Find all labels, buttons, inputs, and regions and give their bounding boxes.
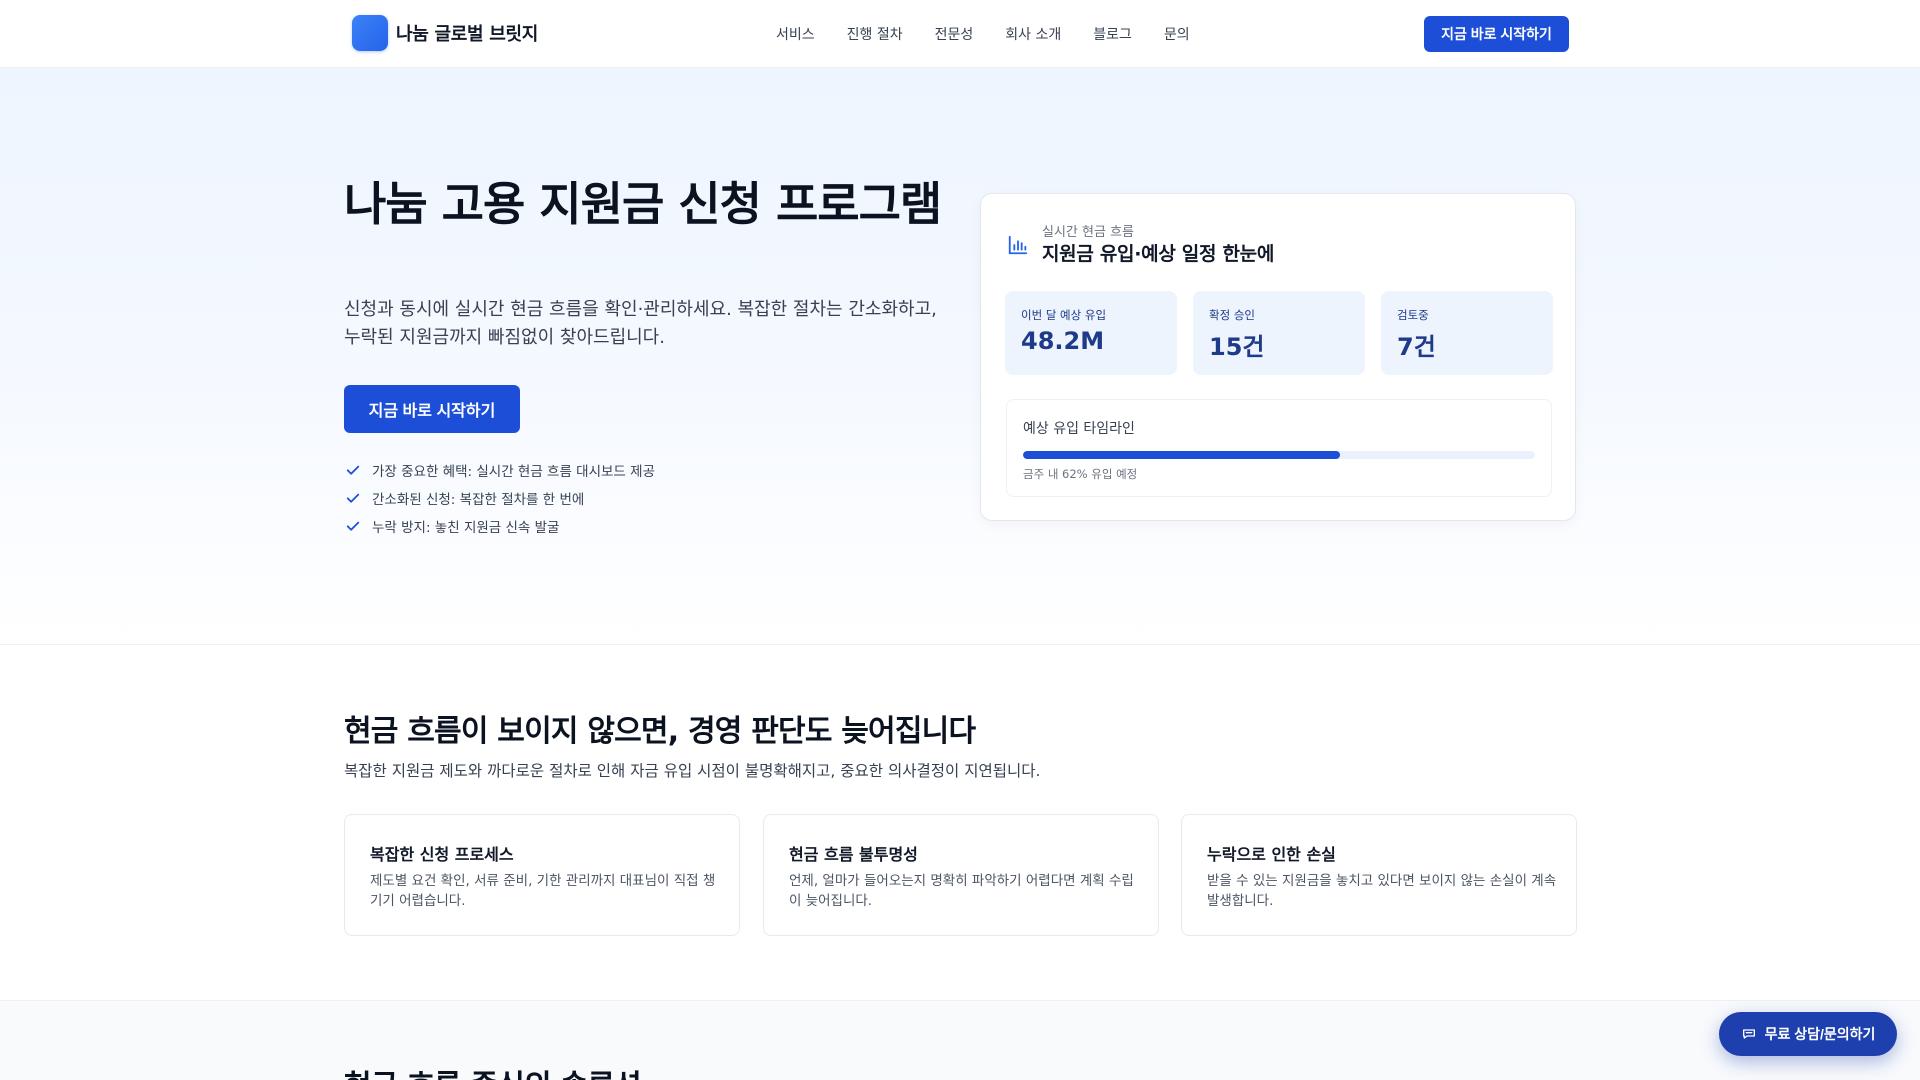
hero-start-button[interactable]: 지금 바로 시작하기 [344,385,520,433]
stat-card-expected-inflow: 이번 달 예상 유입 48.2M [1005,291,1177,375]
timeline-note: 금주 내 62% 유입 예정 [1023,467,1138,481]
brand-name: 나눔 글로벌 브릿지 [396,24,539,45]
stat-card-reviewing: 검토중 7건 [1381,291,1553,375]
solution-section-title: 현금 흐름 중심의 솔루션 [344,1061,642,1080]
card-title: 누락으로 인한 손실 [1207,845,1336,864]
nav-item-services[interactable]: 서비스 [776,24,815,44]
hero-section: 나눔 고용 지원금 신청 프로그램 신청과 동시에 실시간 현금 흐름을 확인·… [0,68,1920,645]
benefit-item: 가장 중요한 혜택: 실시간 현금 흐름 대시보드 제공 [344,456,655,484]
inflow-timeline: 예상 유입 타임라인 금주 내 62% 유입 예정 [1006,399,1552,497]
nav-item-about[interactable]: 회사 소개 [1005,24,1061,44]
main-nav: 서비스 진행 절차 전문성 회사 소개 블로그 문의 [776,0,1190,68]
timeline-label: 예상 유입 타임라인 [1023,421,1135,437]
stat-value: 7건 [1397,333,1436,361]
floating-consult-label: 무료 상담/문의하기 [1764,1026,1876,1042]
dashboard-title: 지원금 유입·예상 일정 한눈에 [1042,243,1275,265]
header-start-button[interactable]: 지금 바로 시작하기 [1424,16,1569,52]
problem-card-opacity: 현금 흐름 불투명성 언제, 얼마가 들어오는지 명확히 파악하기 어렵다면 계… [763,814,1159,936]
check-icon [346,465,360,475]
stat-card-approved: 확정 승인 15건 [1193,291,1365,375]
chat-icon [1742,1029,1755,1039]
problem-section-title: 현금 흐름이 보이지 않으면, 경영 판단도 늦어집니다 [344,714,976,749]
nav-item-contact[interactable]: 문의 [1164,24,1190,44]
timeline-progress-fill [1023,451,1341,459]
card-title: 복잡한 신청 프로세스 [370,845,514,864]
benefit-item: 누락 방지: 놓친 지원금 신속 발굴 [344,512,655,540]
problem-section-description: 복잡한 지원금 제도와 까다로운 절차로 인해 자금 유입 시점이 불명확해지고… [344,762,1041,780]
card-body: 받을 수 있는 지원금을 놓치고 있다면 보이지 않는 손실이 계속 발생합니다… [1207,873,1557,909]
brand-logo-mark [352,15,388,51]
benefit-item: 간소화된 신청: 복잡한 절차를 한 번에 [344,484,655,512]
stat-label: 검토중 [1397,308,1429,322]
card-title: 현금 흐름 불투명성 [789,845,918,864]
benefit-list: 가장 중요한 혜택: 실시간 현금 흐름 대시보드 제공 간소화된 신청: 복잡… [344,456,655,540]
stat-value: 48.2M [1021,327,1105,355]
card-body: 언제, 얼마가 들어오는지 명확히 파악하기 어렵다면 계획 수립이 늦어집니다… [789,873,1134,909]
bar-chart-icon [1008,235,1028,255]
stat-label: 확정 승인 [1209,308,1255,322]
cashflow-dashboard-card: 실시간 현금 흐름 지원금 유입·예상 일정 한눈에 이번 달 예상 유입 48… [980,193,1576,521]
check-icon [346,493,360,503]
hero-title: 나눔 고용 지원금 신청 프로그램 [344,177,942,231]
benefit-text: 가장 중요한 혜택: 실시간 현금 흐름 대시보드 제공 [372,464,655,480]
stat-value: 15건 [1209,333,1265,361]
benefit-text: 누락 방지: 놓친 지원금 신속 발굴 [372,520,560,536]
timeline-progress-track [1023,451,1535,459]
nav-item-blog[interactable]: 블로그 [1093,24,1132,44]
floating-consult-button[interactable]: 무료 상담/문의하기 [1719,1012,1897,1056]
problem-card-loss: 누락으로 인한 손실 받을 수 있는 지원금을 놓치고 있다면 보이지 않는 손… [1181,814,1577,936]
site-header: 나눔 글로벌 브릿지 서비스 진행 절차 전문성 회사 소개 블로그 문의 지금… [0,0,1920,68]
check-icon [346,521,360,531]
nav-item-process[interactable]: 진행 절차 [847,24,903,44]
card-body: 제도별 요건 확인, 서류 준비, 기한 관리까지 대표님이 직접 챙기기 어렵… [370,873,716,909]
nav-item-expertise[interactable]: 전문성 [935,24,974,44]
problem-card-complex-process: 복잡한 신청 프로세스 제도별 요건 확인, 서류 준비, 기한 관리까지 대표… [344,814,740,936]
benefit-text: 간소화된 신청: 복잡한 절차를 한 번에 [372,492,585,508]
stat-label: 이번 달 예상 유입 [1021,308,1107,322]
solution-section: 현금 흐름 중심의 솔루션 [0,1000,1920,1080]
dashboard-subtitle: 실시간 현금 흐름 [1042,225,1134,240]
hero-description: 신청과 동시에 실시간 현금 흐름을 확인·관리하세요. 복잡한 절차는 간소화… [344,299,937,348]
brand-logo[interactable]: 나눔 글로벌 브릿지 [352,15,538,51]
